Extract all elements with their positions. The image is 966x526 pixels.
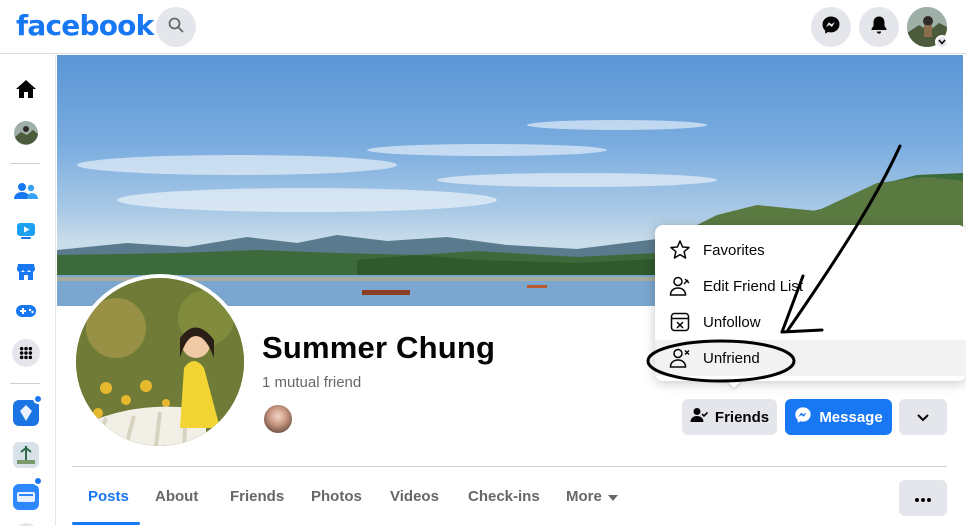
profile-options-button[interactable] (899, 480, 947, 516)
mutual-friend-avatar[interactable] (262, 403, 294, 435)
menu-item-edit-friend-list[interactable]: Edit Friend List (655, 268, 966, 304)
tab-videos[interactable]: Videos (390, 488, 439, 505)
message-button[interactable]: Message (785, 399, 892, 435)
tab-friends[interactable]: Friends (230, 488, 284, 505)
menu-grid-icon[interactable] (12, 339, 40, 367)
notifications-button[interactable] (859, 7, 899, 47)
top-navigation-bar: facebook (0, 0, 966, 54)
friends-button[interactable]: Friends (682, 399, 777, 435)
friends-icon[interactable] (12, 177, 40, 205)
menu-item-unfriend[interactable]: Unfriend (655, 340, 966, 376)
dropdown-caret (726, 380, 742, 388)
facebook-profile-page: facebook Summer Chung 1 mutual friend Fr… (0, 0, 966, 526)
unfriend-icon (669, 347, 691, 369)
tab-about[interactable]: About (155, 488, 198, 505)
left-shortcut-rail (0, 55, 56, 526)
gaming-icon[interactable] (12, 297, 40, 325)
group-shortcut-4[interactable] (12, 521, 40, 526)
notifications-bell-icon (870, 15, 888, 40)
account-avatar[interactable] (907, 7, 949, 49)
active-tab-indicator (72, 522, 140, 525)
menu-item-label: Edit Friend List (703, 277, 804, 295)
edit-friend-list-icon (669, 275, 691, 297)
menu-item-favorites[interactable]: Favorites (655, 232, 966, 268)
group-shortcut-2[interactable] (12, 441, 40, 469)
messenger-icon (821, 15, 841, 40)
watch-icon[interactable] (12, 217, 40, 245)
chevron-down-icon (935, 35, 949, 49)
home-icon[interactable] (12, 75, 40, 103)
chevron-down-icon (917, 409, 929, 426)
friends-check-icon (690, 407, 708, 427)
profile-avatar[interactable] (12, 119, 40, 147)
tab-more-label: More (566, 488, 602, 505)
search-icon (168, 17, 184, 38)
more-options-button[interactable] (899, 399, 947, 435)
menu-item-unfollow[interactable]: Unfollow (655, 304, 966, 340)
tab-more[interactable]: More (566, 488, 618, 505)
profile-picture[interactable] (72, 274, 248, 450)
message-button-label: Message (819, 408, 883, 426)
mutual-friends-link[interactable]: 1 mutual friend (262, 374, 361, 391)
marketplace-icon[interactable] (12, 257, 40, 285)
star-icon (669, 239, 691, 261)
unfollow-icon (669, 311, 691, 333)
notification-dot (33, 394, 43, 404)
messenger-button[interactable] (811, 7, 851, 47)
menu-item-label: Favorites (703, 241, 765, 259)
notification-dot (33, 476, 43, 486)
messenger-icon (794, 406, 812, 428)
group-shortcut-3[interactable] (12, 483, 40, 511)
more-horizontal-icon (915, 489, 931, 507)
profile-name: Summer Chung (262, 330, 496, 365)
search-button[interactable] (156, 7, 196, 47)
tab-posts[interactable]: Posts (88, 488, 129, 505)
caret-down-icon (607, 488, 618, 505)
rail-separator (10, 163, 40, 164)
tab-photos[interactable]: Photos (311, 488, 362, 505)
profile-photo-image (76, 278, 244, 446)
menu-item-label: Unfollow (703, 313, 761, 331)
rail-separator (10, 383, 40, 384)
tab-check-ins[interactable]: Check-ins (468, 488, 540, 505)
friends-dropdown-menu: Favorites Edit Friend List Unfollow Unfr… (655, 225, 966, 381)
tabs-divider (72, 466, 947, 467)
menu-item-label: Unfriend (703, 349, 760, 367)
friends-button-label: Friends (714, 408, 770, 426)
facebook-logo[interactable]: facebook (16, 9, 154, 42)
